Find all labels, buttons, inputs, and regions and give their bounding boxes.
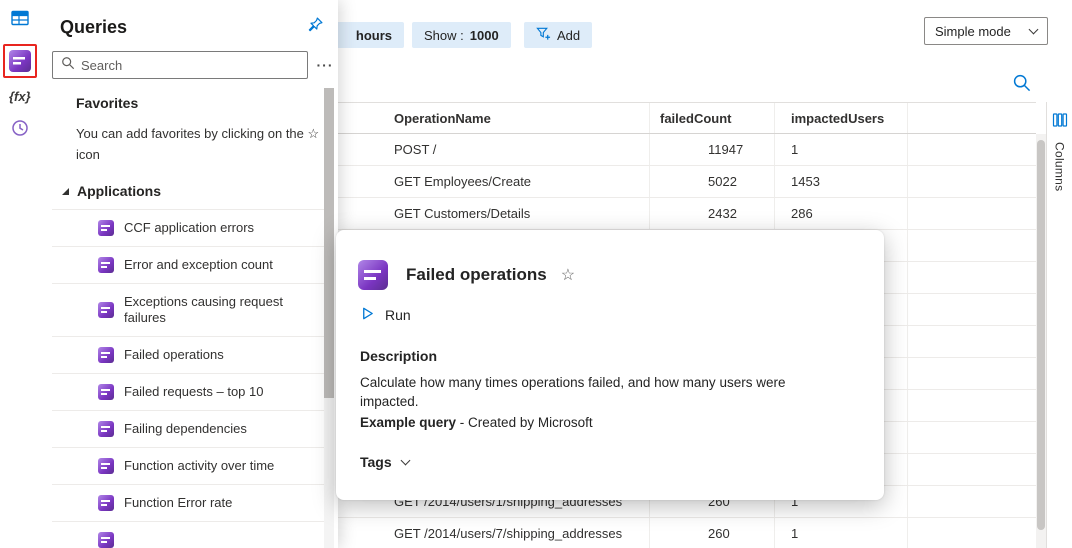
show-limit-value: 1000 <box>470 28 499 43</box>
query-list-item[interactable]: Failed requests – top 10 <box>52 374 324 411</box>
panel-scrollbar[interactable] <box>324 88 334 548</box>
search-icon <box>61 56 75 75</box>
cell-operation-name: GET Employees/Create <box>338 166 650 197</box>
favorite-star-icon[interactable]: ☆ <box>561 265 575 285</box>
query-icon <box>358 260 388 290</box>
query-item-label: Failing dependencies <box>124 421 247 437</box>
more-options-button[interactable]: ··· <box>314 57 336 73</box>
example-query-line: Example query - Created by Microsoft <box>360 415 860 430</box>
cell-failed-count: 11947 <box>650 134 775 165</box>
table-row[interactable]: GET Customers/Details 2432 286 <box>338 198 1036 230</box>
query-icon <box>98 302 114 318</box>
history-icon[interactable] <box>10 118 30 143</box>
column-header-impactedusers[interactable]: impactedUsers <box>775 103 908 133</box>
show-limit-pill[interactable]: Show : 1000 <box>412 22 511 48</box>
cell-operation-name: GET /2014/users/7/shipping_addresses <box>338 518 650 548</box>
query-item-label: Failed requests – top 10 <box>124 384 263 400</box>
table-row[interactable]: GET Employees/Create 5022 1453 <box>338 166 1036 198</box>
query-item-label: Exceptions causing request failures <box>124 294 316 326</box>
add-filter-pill[interactable]: Add <box>524 22 592 48</box>
group-applications[interactable]: Applications <box>62 183 338 199</box>
query-list-item[interactable]: Error and exception count <box>52 247 324 284</box>
query-list-item[interactable]: CCF application errors <box>52 210 324 247</box>
query-search-field[interactable] <box>52 51 308 79</box>
functions-icon[interactable]: {fx} <box>9 89 31 104</box>
query-icon <box>98 421 114 437</box>
query-list-item[interactable]: Failed operations <box>52 337 324 374</box>
show-limit-label: Show : <box>424 28 464 43</box>
chevron-down-icon <box>400 456 410 466</box>
query-list-item[interactable]: Failing dependencies <box>52 411 324 448</box>
group-label: Applications <box>77 183 161 199</box>
mode-dropdown[interactable]: Simple mode <box>924 17 1048 45</box>
grid-scrollbar[interactable] <box>1036 134 1046 548</box>
tags-label: Tags <box>360 454 392 470</box>
grid-scrollbar-thumb[interactable] <box>1037 140 1045 530</box>
description-text: Calculate how many times operations fail… <box>360 373 822 411</box>
table-row[interactable]: POST / 11947 1 <box>338 134 1036 166</box>
run-label: Run <box>385 307 411 323</box>
query-icon <box>98 495 114 511</box>
columns-pane-tab[interactable]: Columns <box>1046 102 1072 548</box>
query-icon <box>98 532 114 548</box>
query-item-label: Failed operations <box>124 347 224 363</box>
query-list-item[interactable]: Exceptions causing request failures <box>52 284 324 337</box>
card-title: Failed operations <box>406 265 547 285</box>
queries-panel: Queries ··· Favorites You can add favori… <box>40 0 338 548</box>
query-icon <box>98 220 114 236</box>
query-list-item[interactable]: Function activity over time <box>52 448 324 485</box>
query-icon <box>98 384 114 400</box>
expand-triangle-icon <box>62 188 69 195</box>
query-item-label: Function activity over time <box>124 458 274 474</box>
chevron-down-icon <box>1029 25 1039 35</box>
query-item-label: Error and exception count <box>124 257 273 273</box>
app-root: hours Show : 1000 Add Simple mode <box>0 0 1072 548</box>
example-query-byline: - Created by Microsoft <box>456 415 593 430</box>
pin-icon[interactable] <box>306 16 324 39</box>
cell-failed-count: 5022 <box>650 166 775 197</box>
favorites-heading: Favorites <box>76 95 338 111</box>
cell-failed-count: 2432 <box>650 198 775 229</box>
cell-impacted-users: 1453 <box>775 166 908 197</box>
tags-toggle[interactable]: Tags <box>360 454 440 470</box>
cell-impacted-users: 1 <box>775 518 908 548</box>
search-input[interactable] <box>81 58 299 73</box>
add-filter-label: Add <box>557 28 580 43</box>
query-icon <box>98 458 114 474</box>
left-rail: {fx} <box>0 0 40 548</box>
cell-impacted-users: 286 <box>775 198 908 229</box>
table-row[interactable]: GET /2014/users/7/shipping_addresses 260… <box>338 518 1036 548</box>
columns-icon <box>1052 112 1068 133</box>
column-header-filler <box>908 103 1036 133</box>
cell-operation-name: GET Customers/Details <box>338 198 650 229</box>
query-icon <box>98 257 114 273</box>
favorites-hint: You can add favorites by clicking on the… <box>76 123 326 165</box>
column-header-failedcount[interactable]: failedCount <box>650 103 775 133</box>
cell-impacted-users: 1 <box>775 134 908 165</box>
cell-failed-count: 260 <box>650 518 775 548</box>
description-heading: Description <box>360 348 884 364</box>
run-button[interactable]: Run <box>360 306 430 324</box>
mode-dropdown-label: Simple mode <box>935 24 1011 39</box>
tables-icon[interactable] <box>10 8 30 33</box>
query-item-label: Function Error rate <box>124 495 232 511</box>
add-filter-icon <box>536 26 551 44</box>
table-header[interactable]: OperationName failedCount impactedUsers <box>338 102 1036 134</box>
panel-title: Queries <box>60 17 127 38</box>
cell-operation-name: POST / <box>338 134 650 165</box>
column-header-operationname[interactable]: OperationName <box>338 103 650 133</box>
query-icon <box>98 347 114 363</box>
example-query-label: Example query <box>360 415 456 430</box>
panel-scrollbar-thumb[interactable] <box>324 88 334 398</box>
query-hover-card: Failed operations ☆ Run Description Calc… <box>336 230 884 500</box>
query-list-item[interactable] <box>52 522 324 548</box>
time-range-value: hours <box>356 28 392 43</box>
search-icon[interactable] <box>1008 70 1036 96</box>
query-item-label: CCF application errors <box>124 220 254 236</box>
columns-tab-label: Columns <box>1053 142 1067 191</box>
play-icon <box>360 306 375 324</box>
query-list: CCF application errors Error and excepti… <box>52 209 324 548</box>
query-list-item[interactable]: Function Error rate <box>52 485 324 522</box>
